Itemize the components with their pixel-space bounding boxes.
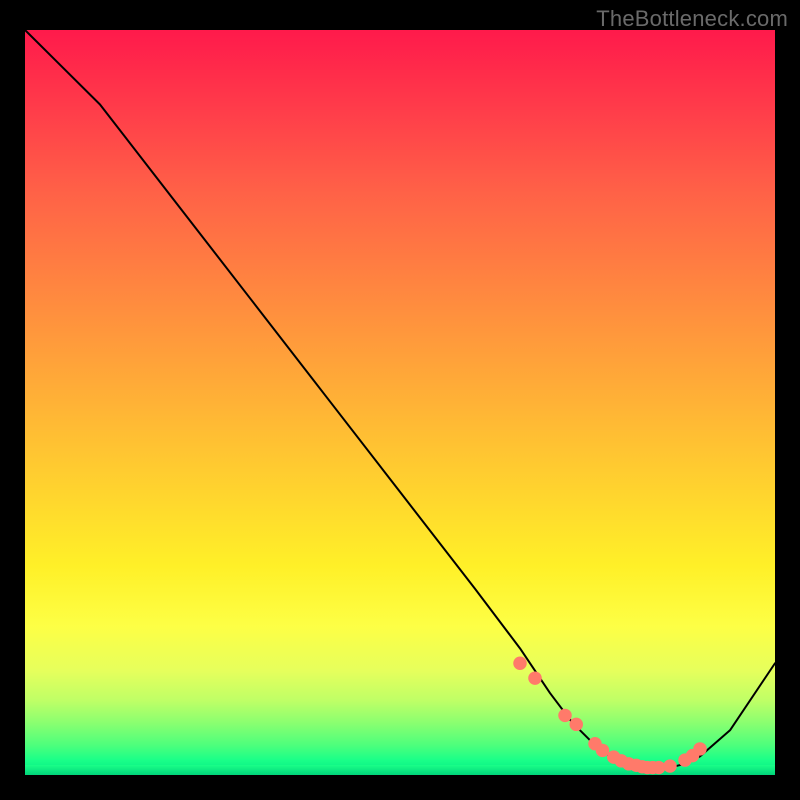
highlight-dots <box>513 657 707 775</box>
highlight-dot <box>513 657 527 670</box>
highlight-dot <box>558 709 572 722</box>
highlight-dot <box>528 671 542 684</box>
highlight-dot <box>596 744 610 757</box>
highlight-dot <box>570 718 584 731</box>
plot-area <box>25 30 775 775</box>
bottleneck-curve <box>25 30 775 768</box>
watermark-text: TheBottleneck.com <box>596 6 788 32</box>
highlight-dot <box>663 759 677 772</box>
curve-svg <box>25 30 775 775</box>
chart-stage: TheBottleneck.com <box>0 0 800 800</box>
highlight-dot <box>693 742 707 755</box>
